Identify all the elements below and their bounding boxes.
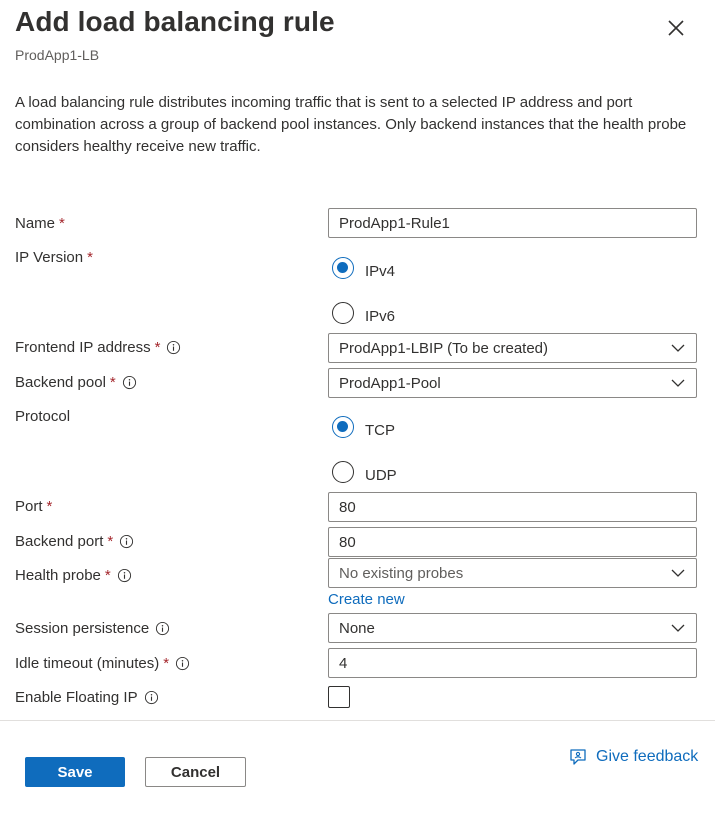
- radio-label: IPv4: [365, 263, 396, 280]
- radio-ipv6[interactable]: IPv6: [332, 300, 395, 325]
- info-icon[interactable]: [155, 621, 170, 636]
- dropdown-value: ProdApp1-LBIP (To be created): [339, 339, 549, 357]
- backend-pool-label-text: Backend pool: [15, 374, 106, 391]
- port-input[interactable]: 80: [328, 492, 697, 522]
- info-icon[interactable]: [144, 690, 159, 705]
- backend-pool-dropdown[interactable]: ProdApp1-Pool: [328, 368, 697, 398]
- backend-port-label: Backend port *: [15, 533, 134, 550]
- ip-version-label: IP Version *: [15, 249, 93, 266]
- panel-subtitle: ProdApp1-LB: [15, 47, 100, 63]
- chevron-down-icon: [671, 624, 685, 632]
- session-persistence-dropdown[interactable]: None: [328, 613, 697, 643]
- create-new-probe-link[interactable]: Create new: [328, 591, 405, 608]
- required-marker: *: [104, 567, 111, 584]
- health-probe-dropdown[interactable]: No existing probes: [328, 558, 697, 588]
- feedback-label: Give feedback: [596, 748, 699, 765]
- radio-unselected-icon: [332, 301, 354, 324]
- required-marker: *: [59, 215, 65, 232]
- panel-title: Add load balancing rule: [15, 6, 335, 37]
- required-marker: *: [107, 533, 114, 550]
- close-icon[interactable]: [664, 16, 688, 40]
- frontend-ip-dropdown[interactable]: ProdApp1-LBIP (To be created): [328, 333, 697, 363]
- save-button[interactable]: Save: [25, 757, 125, 787]
- session-persistence-label: Session persistence: [15, 620, 170, 637]
- floating-ip-checkbox[interactable]: [328, 686, 350, 708]
- floating-ip-label: Enable Floating IP: [15, 689, 159, 706]
- cancel-button[interactable]: Cancel: [145, 757, 246, 787]
- chevron-down-icon: [671, 569, 685, 577]
- dropdown-value: No existing probes: [339, 564, 464, 582]
- name-label-text: Name: [15, 215, 56, 232]
- floating-ip-label-text: Enable Floating IP: [15, 689, 138, 706]
- radio-label: UDP: [365, 467, 397, 484]
- radio-tcp[interactable]: TCP: [332, 414, 395, 439]
- protocol-label-text: Protocol: [15, 408, 71, 425]
- idle-timeout-input[interactable]: 4: [328, 648, 697, 678]
- required-marker: *: [163, 655, 170, 672]
- required-marker: *: [87, 249, 93, 266]
- backend-port-label-text: Backend port: [15, 533, 104, 550]
- info-icon[interactable]: [166, 340, 181, 355]
- dropdown-value: None: [339, 619, 375, 637]
- info-icon[interactable]: [122, 375, 137, 390]
- info-icon[interactable]: [119, 534, 134, 549]
- backend-port-input[interactable]: 80: [328, 527, 697, 557]
- name-label: Name *: [15, 215, 65, 232]
- radio-label: TCP: [365, 422, 395, 439]
- required-marker: *: [154, 339, 161, 356]
- idle-timeout-label-text: Idle timeout (minutes): [15, 655, 160, 672]
- info-icon[interactable]: [175, 656, 190, 671]
- required-marker: *: [46, 498, 53, 515]
- footer-divider: [0, 720, 715, 721]
- required-marker: *: [109, 374, 116, 391]
- backend-pool-label: Backend pool *: [15, 374, 137, 391]
- description-text: A load balancing rule distributes incomi…: [15, 94, 687, 155]
- chevron-down-icon: [671, 379, 685, 387]
- dropdown-value: ProdApp1-Pool: [339, 374, 441, 392]
- idle-timeout-label: Idle timeout (minutes) *: [15, 655, 190, 672]
- radio-ipv4[interactable]: IPv4: [332, 255, 395, 280]
- chevron-down-icon: [671, 344, 685, 352]
- give-feedback-link[interactable]: Give feedback: [568, 747, 698, 767]
- port-label: Port *: [15, 498, 52, 515]
- frontend-ip-label: Frontend IP address *: [15, 339, 181, 356]
- frontend-ip-label-text: Frontend IP address: [15, 339, 151, 356]
- radio-selected-icon: [332, 415, 354, 438]
- health-probe-label: Health probe *: [15, 567, 132, 584]
- health-probe-label-text: Health probe: [15, 567, 101, 584]
- protocol-label: Protocol: [15, 408, 70, 425]
- radio-unselected-icon: [332, 460, 354, 483]
- ip-version-label-text: IP Version: [15, 249, 84, 266]
- feedback-icon: [570, 749, 586, 765]
- info-icon[interactable]: [117, 568, 132, 583]
- radio-label: IPv6: [365, 308, 396, 325]
- radio-udp[interactable]: UDP: [332, 459, 397, 484]
- port-label-text: Port: [15, 498, 43, 515]
- session-persistence-label-text: Session persistence: [15, 620, 150, 637]
- radio-selected-icon: [332, 256, 354, 279]
- name-input[interactable]: ProdApp1-Rule1: [328, 208, 697, 238]
